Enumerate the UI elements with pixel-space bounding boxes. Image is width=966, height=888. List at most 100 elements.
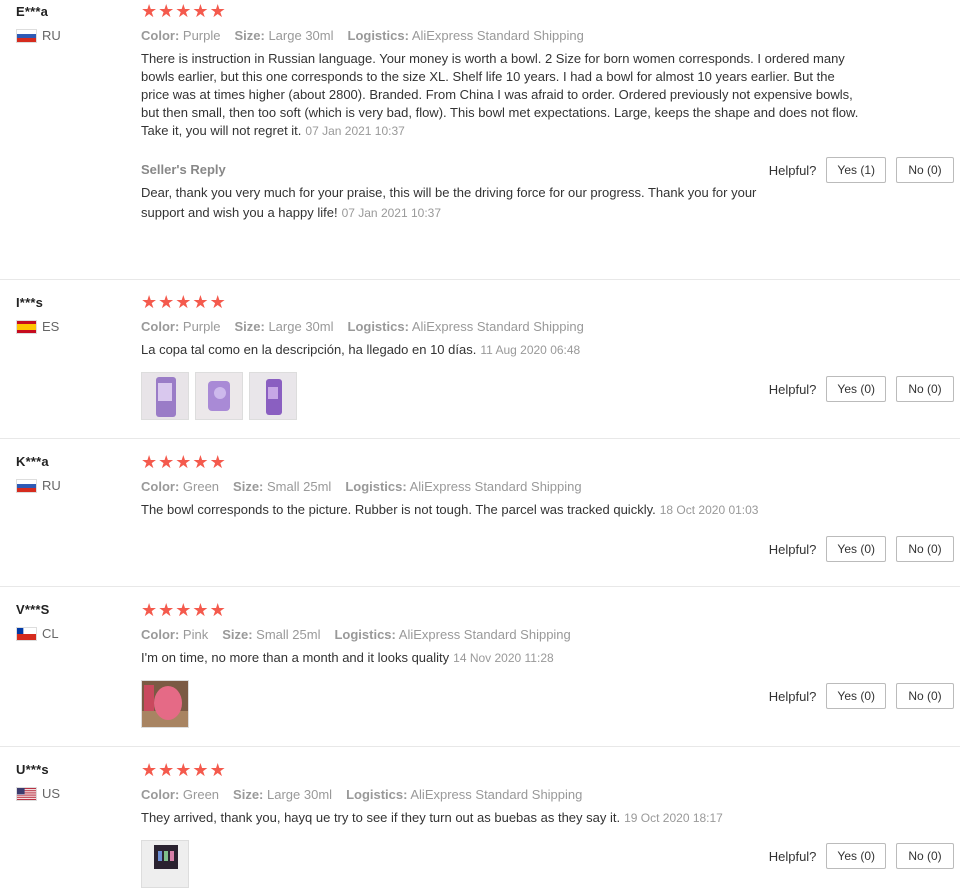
reviewer-info: I***s ES <box>16 295 59 334</box>
reviewer-name: K***a <box>16 454 49 469</box>
helpful-label: Helpful? <box>768 541 817 557</box>
country-code: CL <box>42 626 59 641</box>
reviewer-info: K***a RU <box>16 454 61 493</box>
star-icon: ★ <box>158 1 175 21</box>
star-icon: ★ <box>158 292 175 312</box>
reviewer-name: U***s <box>16 762 49 777</box>
helpful-label: Helpful? <box>768 688 817 704</box>
color-label: Color: <box>141 479 180 494</box>
size-label: Size: <box>222 627 253 642</box>
helpful-yes-button[interactable]: Yes (0) <box>826 683 886 709</box>
helpful-yes-button[interactable]: Yes (0) <box>826 376 886 402</box>
star-icon: ★ <box>175 1 192 21</box>
star-icon: ★ <box>141 600 158 620</box>
color-value: Green <box>182 479 220 494</box>
helpful-label: Helpful? <box>768 848 817 864</box>
star-icon: ★ <box>141 452 158 472</box>
logistics-value: AliExpress Standard Shipping <box>398 627 571 642</box>
review-photo-thumbnail[interactable] <box>195 372 243 420</box>
reviewer-country: RU <box>16 478 61 493</box>
logistics-value: AliExpress Standard Shipping <box>411 319 584 334</box>
size-value: Small 25ml <box>267 479 332 494</box>
logistics-value: AliExpress Standard Shipping <box>409 479 582 494</box>
review-date: 18 Oct 2020 01:03 <box>659 503 759 517</box>
review-text: They arrived, thank you, hayq ue try to … <box>141 809 861 827</box>
star-icon: ★ <box>209 452 226 472</box>
star-icon: ★ <box>209 292 226 312</box>
review-photo-thumbnail[interactable] <box>141 372 189 420</box>
helpful-no-button[interactable]: No (0) <box>896 683 954 709</box>
review-photo-thumbnail[interactable] <box>141 840 189 888</box>
helpful-yes-button[interactable]: Yes (1) <box>826 157 886 183</box>
size-value: Large 30ml <box>268 319 334 334</box>
seller-reply-text: Dear, thank you very much for your prais… <box>141 183 801 223</box>
color-value: Purple <box>182 28 221 43</box>
russia-flag-icon <box>16 28 37 43</box>
order-attributes: Color: Green Size: Large 30ml Logistics: A… <box>141 787 861 802</box>
order-attributes: Color: Purple Size: Large 30ml Logistics: … <box>141 319 861 334</box>
review-item: E***a RU ★ ★ ★ ★ ★ Color: Purple Size: Large … <box>0 0 960 280</box>
russia-flag-icon <box>16 478 37 493</box>
logistics-value: AliExpress Standard Shipping <box>410 787 583 802</box>
star-icon: ★ <box>192 1 209 21</box>
reviewer-name: V***S <box>16 602 50 617</box>
star-icon: ★ <box>192 600 209 620</box>
order-attributes: Color: Pink Size: Small 25ml Logistics: Al… <box>141 627 861 642</box>
seller-reply-title: Seller's Reply <box>141 162 226 177</box>
helpful-yes-button[interactable]: Yes (0) <box>826 536 886 562</box>
reviewer-country: CL <box>16 626 59 641</box>
review-photo-thumbnail[interactable] <box>141 680 189 728</box>
helpful-controls: Helpful? Yes (0) No (0) <box>769 683 954 709</box>
helpful-yes-button[interactable]: Yes (0) <box>826 843 886 869</box>
review-item: I***s ES ★ ★ ★ ★ ★ Color: Purple Size: Large … <box>0 279 960 439</box>
reviewer-country: ES <box>16 319 59 334</box>
review-text: I'm on time, no more than a month and it… <box>141 649 861 667</box>
star-rating: ★ ★ ★ ★ ★ <box>141 292 861 312</box>
helpful-controls: Helpful? Yes (1) No (0) <box>769 157 954 183</box>
star-icon: ★ <box>158 600 175 620</box>
spain-flag-icon <box>16 319 37 334</box>
review-body: La copa tal como en la descripción, ha l… <box>141 342 477 357</box>
color-label: Color: <box>141 28 180 43</box>
review-item: K***a RU ★ ★ ★ ★ ★ Color: Green Size: Small 2… <box>0 438 960 587</box>
reviewer-info: U***s US <box>16 762 60 801</box>
review-body: I'm on time, no more than a month and it… <box>141 650 450 665</box>
reviewer-country: US <box>16 786 60 801</box>
star-rating: ★ ★ ★ ★ ★ <box>141 452 861 472</box>
reviewer-name: I***s <box>16 295 44 310</box>
star-icon: ★ <box>158 760 175 780</box>
star-icon: ★ <box>175 600 192 620</box>
usa-flag-icon <box>16 786 37 801</box>
helpful-no-button[interactable]: No (0) <box>896 157 954 183</box>
review-item: U***s US ★ ★ ★ ★ ★ Color: Green Size: Large 3… <box>0 746 960 888</box>
helpful-label: Helpful? <box>768 162 817 178</box>
review-photos <box>141 680 861 728</box>
helpful-no-button[interactable]: No (0) <box>896 536 954 562</box>
helpful-no-button[interactable]: No (0) <box>896 376 954 402</box>
star-rating: ★ ★ ★ ★ ★ <box>141 1 861 21</box>
size-value: Small 25ml <box>256 627 321 642</box>
size-label: Size: <box>234 319 265 334</box>
reviewer-name: E***a <box>16 4 49 19</box>
star-icon: ★ <box>175 452 192 472</box>
helpful-label: Helpful? <box>768 381 817 397</box>
color-label: Color: <box>141 319 180 334</box>
logistics-label: Logistics: <box>346 787 408 802</box>
star-icon: ★ <box>209 1 226 21</box>
star-icon: ★ <box>141 292 158 312</box>
country-code: US <box>42 786 61 801</box>
review-photo-thumbnail[interactable] <box>249 372 297 420</box>
size-label: Size: <box>233 479 264 494</box>
star-rating: ★ ★ ★ ★ ★ <box>141 600 861 620</box>
star-icon: ★ <box>175 760 192 780</box>
helpful-no-button[interactable]: No (0) <box>896 843 954 869</box>
order-attributes: Color: Purple Size: Large 30ml Logistics: … <box>141 28 861 43</box>
seller-reply-date: 07 Jan 2021 10:37 <box>341 206 441 220</box>
color-label: Color: <box>141 787 180 802</box>
country-code: RU <box>42 28 61 43</box>
review-text: There is instruction in Russian language… <box>141 50 861 140</box>
logistics-label: Logistics: <box>347 28 409 43</box>
star-rating: ★ ★ ★ ★ ★ <box>141 760 861 780</box>
star-icon: ★ <box>192 760 209 780</box>
review-photos <box>141 840 861 888</box>
